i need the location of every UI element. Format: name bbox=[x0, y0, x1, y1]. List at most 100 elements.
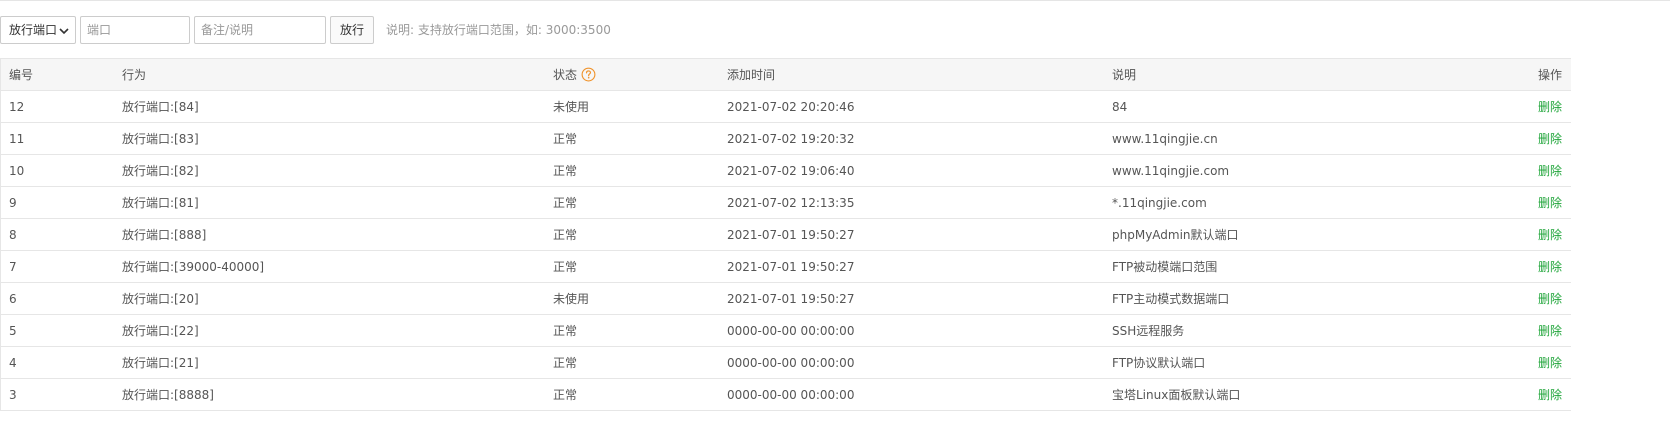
cell-action: 放行端口:[39000-40000] bbox=[122, 250, 553, 283]
cell-time: 2021-07-01 19:50:27 bbox=[727, 282, 1112, 315]
cell-time: 2021-07-01 19:50:27 bbox=[727, 218, 1112, 251]
table-row: 6 放行端口:[20] 未使用 2021-07-01 19:50:27 FTP主… bbox=[0, 282, 1571, 315]
cell-action: 放行端口:[888] bbox=[122, 218, 553, 251]
table-row: 10 放行端口:[82] 正常 2021-07-02 19:06:40 www.… bbox=[0, 154, 1571, 187]
chevron-down-icon bbox=[59, 28, 69, 35]
header-op: 操作 bbox=[1492, 58, 1571, 91]
table-row: 5 放行端口:[22] 正常 0000-00-00 00:00:00 SSH远程… bbox=[0, 314, 1571, 347]
table-row: 11 放行端口:[83] 正常 2021-07-02 19:20:32 www.… bbox=[0, 122, 1571, 155]
cell-op: 删除 bbox=[1492, 90, 1571, 123]
cell-id: 4 bbox=[0, 346, 122, 379]
allow-button[interactable]: 放行 bbox=[330, 16, 374, 44]
cell-op: 删除 bbox=[1492, 314, 1571, 347]
cell-op: 删除 bbox=[1492, 378, 1571, 411]
table-row: 3 放行端口:[8888] 正常 0000-00-00 00:00:00 宝塔L… bbox=[0, 378, 1571, 411]
header-desc: 说明 bbox=[1112, 58, 1492, 91]
table-row: 12 放行端口:[84] 未使用 2021-07-02 20:20:46 84 … bbox=[0, 90, 1571, 123]
cell-action: 放行端口:[83] bbox=[122, 122, 553, 155]
table-row: 4 放行端口:[21] 正常 0000-00-00 00:00:00 FTP协议… bbox=[0, 346, 1571, 379]
cell-desc: 84 bbox=[1112, 90, 1492, 123]
cell-state: 正常 bbox=[553, 346, 727, 379]
header-state: 状态 bbox=[553, 58, 727, 91]
table-header-row: 编号 行为 状态 添加时间 说明 操作 bbox=[0, 58, 1571, 91]
delete-link[interactable]: 删除 bbox=[1538, 388, 1562, 402]
cell-state: 正常 bbox=[553, 378, 727, 411]
header-id: 编号 bbox=[0, 58, 122, 91]
cell-op: 删除 bbox=[1492, 186, 1571, 219]
note-input[interactable] bbox=[194, 16, 326, 44]
cell-time: 0000-00-00 00:00:00 bbox=[727, 346, 1112, 379]
cell-op: 删除 bbox=[1492, 122, 1571, 155]
port-rules-table: 编号 行为 状态 添加时间 说明 操作 12 放行端口:[84] 未使用 202… bbox=[0, 58, 1571, 411]
cell-id: 7 bbox=[0, 250, 122, 283]
delete-link[interactable]: 删除 bbox=[1538, 260, 1562, 274]
table-row: 7 放行端口:[39000-40000] 正常 2021-07-01 19:50… bbox=[0, 250, 1571, 283]
cell-time: 2021-07-02 19:06:40 bbox=[727, 154, 1112, 187]
cell-id: 11 bbox=[0, 122, 122, 155]
cell-time: 2021-07-02 19:20:32 bbox=[727, 122, 1112, 155]
rule-type-select[interactable]: 放行端口 bbox=[0, 16, 76, 44]
cell-time: 0000-00-00 00:00:00 bbox=[727, 378, 1112, 411]
cell-op: 删除 bbox=[1492, 346, 1571, 379]
cell-id: 3 bbox=[0, 378, 122, 411]
cell-id: 12 bbox=[0, 90, 122, 123]
cell-desc: SSH远程服务 bbox=[1112, 314, 1492, 347]
delete-link[interactable]: 删除 bbox=[1538, 324, 1562, 338]
cell-state: 未使用 bbox=[553, 282, 727, 315]
cell-op: 删除 bbox=[1492, 282, 1571, 315]
cell-action: 放行端口:[21] bbox=[122, 346, 553, 379]
delete-link[interactable]: 删除 bbox=[1538, 228, 1562, 242]
cell-op: 删除 bbox=[1492, 250, 1571, 283]
cell-desc: phpMyAdmin默认端口 bbox=[1112, 218, 1492, 251]
cell-desc: FTP协议默认端口 bbox=[1112, 346, 1492, 379]
cell-state: 正常 bbox=[553, 218, 727, 251]
header-time: 添加时间 bbox=[727, 58, 1112, 91]
cell-id: 9 bbox=[0, 186, 122, 219]
delete-link[interactable]: 删除 bbox=[1538, 196, 1562, 210]
question-circle-icon[interactable] bbox=[581, 67, 596, 82]
cell-state: 正常 bbox=[553, 314, 727, 347]
top-divider bbox=[0, 0, 1670, 1]
cell-state: 正常 bbox=[553, 122, 727, 155]
cell-desc: www.11qingjie.cn bbox=[1112, 122, 1492, 155]
delete-link[interactable]: 删除 bbox=[1538, 164, 1562, 178]
header-action: 行为 bbox=[122, 58, 553, 91]
cell-time: 2021-07-02 20:20:46 bbox=[727, 90, 1112, 123]
cell-action: 放行端口:[84] bbox=[122, 90, 553, 123]
cell-state: 正常 bbox=[553, 186, 727, 219]
cell-time: 2021-07-02 12:13:35 bbox=[727, 186, 1112, 219]
cell-desc: *.11qingjie.com bbox=[1112, 186, 1492, 219]
cell-op: 删除 bbox=[1492, 154, 1571, 187]
hint-text: 说明: 支持放行端口范围，如: 3000:3500 bbox=[386, 23, 611, 37]
cell-action: 放行端口:[82] bbox=[122, 154, 553, 187]
cell-id: 5 bbox=[0, 314, 122, 347]
delete-link[interactable]: 删除 bbox=[1538, 100, 1562, 114]
cell-desc: 宝塔Linux面板默认端口 bbox=[1112, 378, 1492, 411]
cell-desc: FTP主动模式数据端口 bbox=[1112, 282, 1492, 315]
table-row: 8 放行端口:[888] 正常 2021-07-01 19:50:27 phpM… bbox=[0, 218, 1571, 251]
cell-state: 正常 bbox=[553, 154, 727, 187]
cell-action: 放行端口:[8888] bbox=[122, 378, 553, 411]
rule-type-select-value: 放行端口 bbox=[9, 23, 58, 37]
cell-id: 6 bbox=[0, 282, 122, 315]
cell-op: 删除 bbox=[1492, 218, 1571, 251]
cell-time: 0000-00-00 00:00:00 bbox=[727, 314, 1112, 347]
toolbar: 放行端口 放行 说明: 支持放行端口范围，如: 3000:3500 bbox=[0, 16, 1670, 46]
cell-time: 2021-07-01 19:50:27 bbox=[727, 250, 1112, 283]
delete-link[interactable]: 删除 bbox=[1538, 356, 1562, 370]
port-input[interactable] bbox=[80, 16, 190, 44]
cell-state: 正常 bbox=[553, 250, 727, 283]
cell-id: 8 bbox=[0, 218, 122, 251]
cell-state: 未使用 bbox=[553, 90, 727, 123]
cell-action: 放行端口:[22] bbox=[122, 314, 553, 347]
cell-id: 10 bbox=[0, 154, 122, 187]
delete-link[interactable]: 删除 bbox=[1538, 132, 1562, 146]
cell-desc: FTP被动模端口范围 bbox=[1112, 250, 1492, 283]
cell-action: 放行端口:[20] bbox=[122, 282, 553, 315]
table-body: 12 放行端口:[84] 未使用 2021-07-02 20:20:46 8 4 … bbox=[0, 90, 1571, 411]
delete-link[interactable]: 删除 bbox=[1538, 292, 1562, 306]
header-state-label: 状态 bbox=[553, 68, 578, 82]
cell-desc: www.11qingjie.com bbox=[1112, 154, 1492, 187]
table-row: 9 放行端口:[81] 正常 2021-07-02 12:13:35 *.11q… bbox=[0, 186, 1571, 219]
cell-action: 放行端口:[81] bbox=[122, 186, 553, 219]
